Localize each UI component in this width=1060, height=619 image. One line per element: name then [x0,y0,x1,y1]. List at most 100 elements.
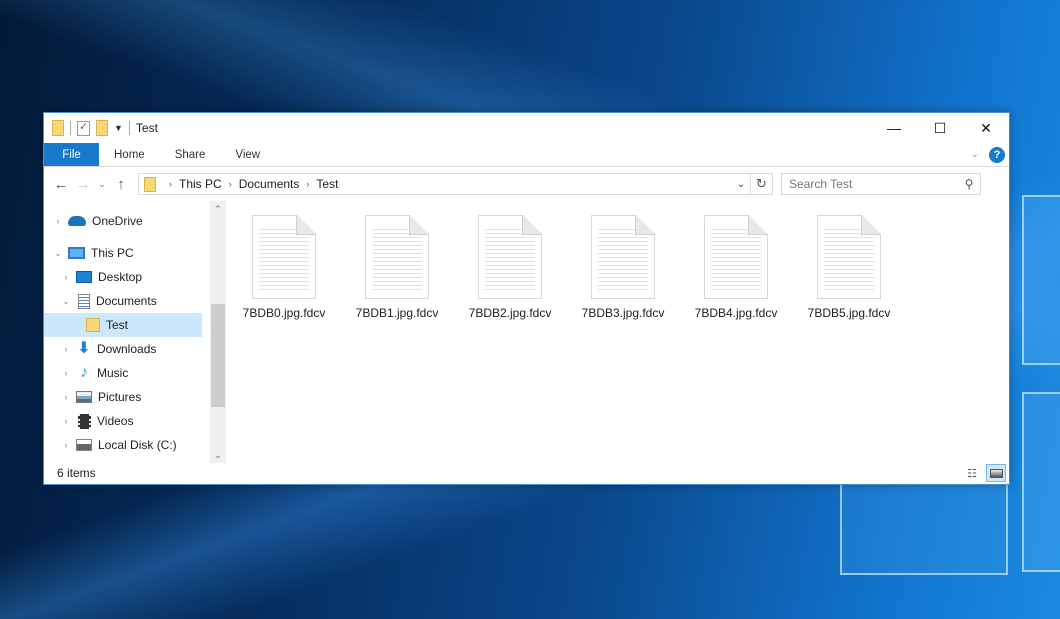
document-file-icon [591,215,655,299]
navigation-pane-scrollbar[interactable]: ⌃ ⌄ [210,201,226,463]
chevron-down-icon[interactable]: ⌄ [60,296,72,307]
tab-file[interactable]: File [44,143,99,166]
tab-home[interactable]: Home [99,143,160,166]
local-disk-icon [76,439,92,451]
file-item[interactable]: 7BDB2.jpg.fdcv [462,215,558,320]
tree-item-label: Music [97,366,129,380]
file-item[interactable]: 7BDB1.jpg.fdcv [349,215,445,320]
scroll-up-button[interactable]: ⌃ [210,201,226,217]
music-icon: ♪ [80,364,88,381]
documents-icon [78,293,90,309]
window-title: Test [135,121,158,135]
folder-icon [144,176,156,192]
folder-icon [52,120,64,136]
file-item[interactable]: 7BDB4.jpg.fdcv [688,215,784,320]
divider [128,121,130,135]
forward-button[interactable]: → [72,176,94,193]
properties-icon[interactable] [77,120,90,136]
document-file-icon [817,215,881,299]
tree-item-label: OneDrive [92,214,143,228]
new-folder-icon[interactable] [96,120,108,136]
tree-item-pictures[interactable]: › Pictures [44,385,202,409]
pictures-icon [76,391,92,403]
address-bar[interactable]: › This PC › Documents › Test ⌄ ↻ [138,173,773,195]
refresh-button[interactable]: ↻ [750,174,772,194]
navigation-bar: ← → ⌄ ↑ › This PC › Documents › Test ⌄ ↻… [44,167,1009,201]
address-history-dropdown[interactable]: ⌄ [732,179,750,190]
file-name: 7BDB5.jpg.fdcv [807,306,891,320]
chevron-right-icon[interactable]: › [60,368,72,378]
tree-item-this-pc[interactable]: ⌄ This PC [44,241,202,265]
chevron-right-icon[interactable]: › [306,179,309,189]
chevron-right-icon[interactable]: › [169,179,172,189]
chevron-right-icon[interactable]: › [60,272,72,282]
breadcrumb-this-pc[interactable]: This PC [179,177,222,191]
large-icons-view-button[interactable] [986,464,1006,482]
back-button[interactable]: ← [50,176,72,193]
computer-icon [68,247,85,259]
maximize-button[interactable]: ☐ [917,113,963,143]
onedrive-icon [68,216,86,226]
file-item[interactable]: 7BDB0.jpg.fdcv [236,215,332,320]
tree-item-label: Pictures [98,390,142,404]
breadcrumb-documents[interactable]: Documents [239,177,300,191]
file-name: 7BDB4.jpg.fdcv [694,306,778,320]
tree-item-label: Videos [97,414,134,428]
chevron-right-icon[interactable]: › [60,392,72,402]
tree-item-label: Test [106,318,129,332]
file-name: 7BDB0.jpg.fdcv [242,306,326,320]
tree-item-downloads[interactable]: › ⬇ Downloads [44,337,202,361]
search-box[interactable]: ⚲ [781,173,981,195]
file-name: 7BDB2.jpg.fdcv [468,306,552,320]
document-file-icon [365,215,429,299]
desktop-icon [76,271,92,283]
file-item[interactable]: 7BDB5.jpg.fdcv [801,215,897,320]
search-icon[interactable]: ⚲ [958,177,980,191]
chevron-right-icon[interactable]: › [60,416,72,426]
chevron-right-icon[interactable]: › [52,216,64,226]
chevron-down-icon[interactable]: ⌄ [52,248,64,259]
customize-quick-access-icon[interactable]: ▼ [114,123,123,133]
recent-locations-button[interactable]: ⌄ [94,179,110,190]
file-name: 7BDB3.jpg.fdcv [581,306,665,320]
tree-item-onedrive[interactable]: › OneDrive [44,209,202,233]
tree-item-music[interactable]: › ♪ Music [44,361,202,385]
tree-item-local-disk[interactable]: › Local Disk (C:) [44,433,202,457]
up-button[interactable]: ↑ [110,176,132,193]
tree-item-videos[interactable]: › Videos [44,409,202,433]
scroll-down-button[interactable]: ⌄ [210,447,226,463]
chevron-right-icon[interactable]: › [60,344,72,354]
search-input[interactable] [789,177,958,191]
tree-item-label: Desktop [98,270,143,284]
scrollbar-thumb[interactable] [211,304,225,407]
help-icon[interactable]: ? [989,146,1005,163]
videos-icon [78,413,91,429]
file-list: 7BDB0.jpg.fdcv 7BDB1.jpg.fdcv 7BDB2.jpg.… [226,201,1009,463]
ribbon-tabs: File Home Share View ⌄ ? [44,143,1009,167]
chevron-right-icon[interactable]: › [60,440,72,450]
tab-view[interactable]: View [220,143,275,166]
file-name: 7BDB1.jpg.fdcv [355,306,439,320]
file-explorer-window: ▼ Test — ☐ ✕ File Home Share View ⌄ ? ← … [43,112,1010,485]
tree-item-documents[interactable]: ⌄ Documents [44,289,202,313]
document-file-icon [704,215,768,299]
document-file-icon [478,215,542,299]
details-view-button[interactable]: ☷ [962,464,982,482]
tree-item-label: Local Disk (C:) [98,438,177,452]
tree-item-label: This PC [91,246,134,260]
windows-logo-pane [1022,392,1060,572]
tree-item-test[interactable]: Test [44,313,202,337]
chevron-right-icon[interactable]: › [229,179,232,189]
navigation-pane: › OneDrive ⌄ This PC › Desktop ⌄ Documen… [44,201,226,463]
large-icons-icon [989,468,1003,478]
breadcrumb-test[interactable]: Test [316,177,338,191]
item-count: 6 items [57,466,96,480]
document-file-icon [252,215,316,299]
tab-share[interactable]: Share [160,143,221,166]
windows-logo-pane [840,485,1008,575]
expand-ribbon-icon[interactable]: ⌄ [971,149,979,160]
minimize-button[interactable]: — [871,113,917,143]
close-button[interactable]: ✕ [963,113,1009,143]
file-item[interactable]: 7BDB3.jpg.fdcv [575,215,671,320]
tree-item-desktop[interactable]: › Desktop [44,265,202,289]
